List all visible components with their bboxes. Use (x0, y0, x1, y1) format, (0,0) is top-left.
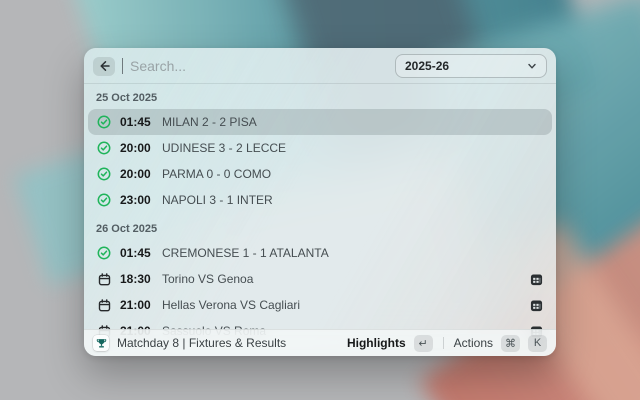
k-key-badge[interactable]: K (528, 335, 547, 352)
calendar-grid-icon (529, 298, 543, 312)
extension-title: Matchday 8 | Fixtures & Results (117, 336, 339, 350)
fixture-row[interactable]: 01:45 CREMONESE 1 - 1 ATALANTA (88, 240, 552, 266)
footer-divider (443, 337, 444, 349)
season-dropdown[interactable]: 2025-26 (395, 54, 547, 78)
kickoff-time: 01:45 (120, 115, 153, 129)
check-circle-icon (97, 115, 111, 129)
footer-bar: Matchday 8 | Fixtures & Results Highligh… (84, 329, 556, 356)
header-divider (84, 83, 556, 84)
calendar-grid-icon (529, 272, 543, 286)
fixture-row[interactable]: 18:30 Torino VS Genoa (88, 266, 552, 292)
kickoff-time: 20:00 (120, 167, 153, 181)
calendar-icon (97, 298, 111, 312)
fixture-row[interactable]: 01:45 MILAN 2 - 2 PISA (88, 109, 552, 135)
kickoff-time: 18:30 (120, 272, 153, 286)
match-title: Hellas Verona VS Cagliari (162, 298, 300, 312)
match-title: MILAN 2 - 2 PISA (162, 115, 257, 129)
fixture-row[interactable]: 23:00 NAPOLI 3 - 1 INTER (88, 187, 552, 213)
highlights-action[interactable]: Highlights (347, 336, 406, 350)
launcher-window: Search... 2025-26 25 Oct 2025 01:45 MILAN … (84, 48, 556, 356)
kickoff-time: 01:45 (120, 246, 153, 260)
actions-menu[interactable]: Actions (454, 336, 493, 350)
kickoff-time: 20:00 (120, 141, 153, 155)
trophy-app-icon (93, 335, 109, 351)
cmd-key-badge[interactable]: ⌘ (501, 335, 520, 352)
fixture-row[interactable]: 20:00 UDINESE 3 - 2 LECCE (88, 135, 552, 161)
match-title: UDINESE 3 - 2 LECCE (162, 141, 286, 155)
fixture-row[interactable]: 21:00 Hellas Verona VS Cagliari (88, 292, 552, 318)
search-header: Search... 2025-26 (84, 48, 556, 84)
match-title: CREMONESE 1 - 1 ATALANTA (162, 246, 329, 260)
text-caret (122, 58, 123, 74)
kickoff-time: 23:00 (120, 193, 153, 207)
chevron-down-icon (527, 61, 537, 71)
check-circle-icon (97, 167, 111, 181)
trophy-icon (96, 338, 107, 349)
fixture-row[interactable]: 20:00 PARMA 0 - 0 COMO (88, 161, 552, 187)
arrow-left-icon (98, 60, 110, 72)
check-circle-icon (97, 141, 111, 155)
match-title: Torino VS Genoa (162, 272, 253, 286)
back-button[interactable] (93, 57, 115, 76)
calendar-icon (97, 272, 111, 286)
match-title: PARMA 0 - 0 COMO (162, 167, 271, 181)
check-circle-icon (97, 246, 111, 260)
check-circle-icon (97, 193, 111, 207)
kickoff-time: 21:00 (120, 298, 153, 312)
fixtures-list: 25 Oct 2025 01:45 MILAN 2 - 2 PISA 20:00 UDI… (84, 85, 556, 356)
match-title: NAPOLI 3 - 1 INTER (162, 193, 273, 207)
section-date-header: 26 Oct 2025 (88, 213, 552, 240)
season-dropdown-value: 2025-26 (405, 59, 519, 73)
return-key-badge[interactable]: ↵ (414, 335, 433, 352)
section-date-header: 25 Oct 2025 (88, 85, 552, 109)
search-input[interactable]: Search... (130, 58, 388, 74)
